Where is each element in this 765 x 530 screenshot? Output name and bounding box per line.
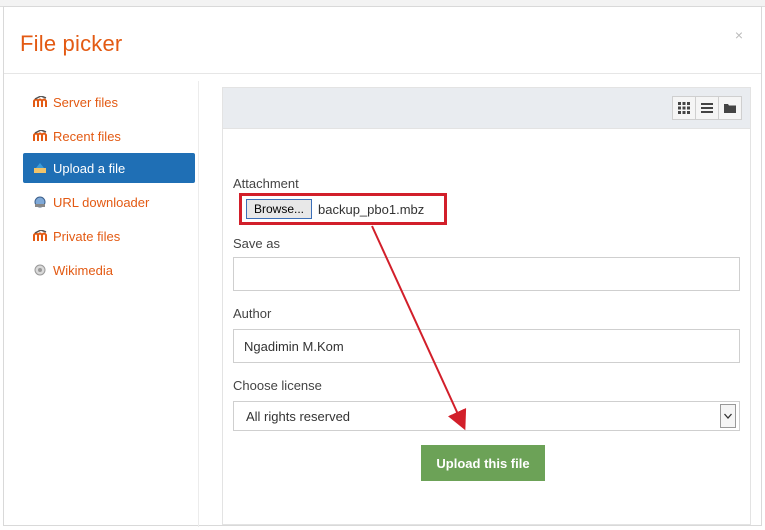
sidebar-item-label: Recent files (53, 128, 121, 144)
browse-button[interactable]: Browse... (246, 199, 313, 219)
sidebar-item-label: Wikimedia (53, 262, 113, 278)
license-selected-value: All rights reserved (246, 408, 351, 424)
wikimedia-icon (34, 264, 46, 276)
globe-icon (34, 196, 46, 208)
view-switcher (672, 96, 742, 120)
attachment-label: Attachment (233, 176, 299, 191)
license-select[interactable]: All rights reserved (233, 401, 740, 431)
upload-this-file-button[interactable]: Upload this file (421, 445, 545, 481)
list-icon (701, 103, 713, 113)
selected-filename: backup_pbo1.mbz (318, 201, 425, 217)
sidebar-item-server-files[interactable]: Server files (23, 87, 195, 117)
license-label: Choose license (233, 378, 322, 393)
sidebar-item-wikimedia[interactable]: Wikimedia (23, 255, 195, 285)
panel-toolbar (223, 88, 750, 129)
attachment-file-row: Browse... backup_pbo1.mbz (239, 193, 447, 225)
icons-view-button[interactable] (673, 97, 696, 119)
chevron-down-icon[interactable] (720, 404, 736, 428)
author-label: Author (233, 306, 272, 321)
sidebar-item-private-files[interactable]: Private files (23, 221, 195, 251)
moodle-icon (33, 230, 47, 241)
sidebar-item-label: Upload a file (53, 160, 126, 176)
upload-icon (34, 163, 46, 173)
moodle-icon (33, 96, 47, 107)
moodle-icon (33, 130, 47, 141)
file-picker-dialog: File picker × Server files Recent files … (3, 6, 762, 527)
dialog-title: File picker (20, 31, 123, 56)
sidebar-item-label: Server files (53, 94, 119, 110)
author-input[interactable] (233, 329, 740, 363)
sidebar-item-label: Private files (53, 228, 121, 244)
sidebar-item-url-downloader[interactable]: URL downloader (23, 187, 195, 217)
save-as-label: Save as (233, 236, 280, 251)
header-divider (4, 73, 761, 74)
folder-view-button[interactable] (719, 97, 741, 119)
upload-panel: Attachment Browse... backup_pbo1.mbz Sav… (222, 87, 751, 525)
close-button[interactable]: × (735, 27, 743, 43)
grid-icon (678, 102, 690, 114)
sidebar-item-upload-a-file[interactable]: Upload a file (23, 153, 195, 183)
sidebar-item-label: URL downloader (53, 194, 150, 210)
save-as-input[interactable] (233, 257, 740, 291)
list-view-button[interactable] (696, 97, 719, 119)
folder-icon (724, 104, 736, 113)
sidebar-item-recent-files[interactable]: Recent files (23, 121, 195, 151)
repository-sidebar: Server files Recent files Upload a file … (17, 81, 199, 527)
